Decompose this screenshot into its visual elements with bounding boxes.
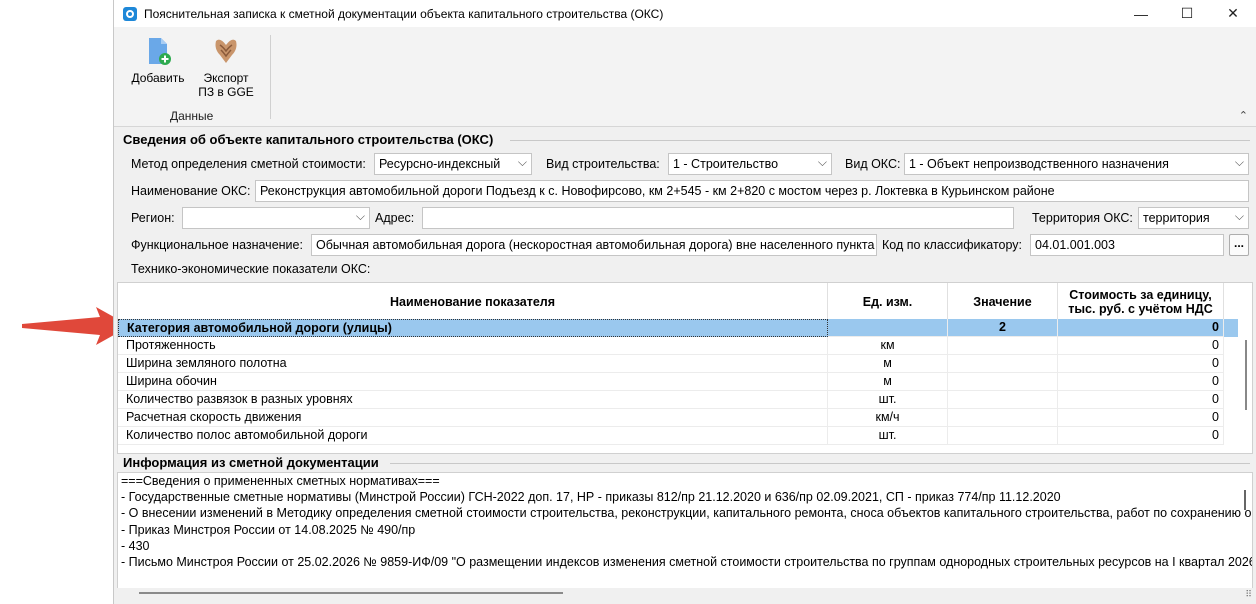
cell-unit[interactable]: шт.: [828, 391, 948, 409]
ribbon-separator: [270, 35, 271, 119]
header-cost-line1: Стоимость за единицу,: [1069, 287, 1212, 302]
cell-name[interactable]: Количество развязок в разных уровнях: [118, 391, 828, 409]
method-select[interactable]: Ресурсно-индексный: [374, 153, 532, 175]
region-select[interactable]: [182, 207, 370, 229]
cell-unit[interactable]: м: [828, 355, 948, 373]
table-row[interactable]: Ширина обочин м 0: [118, 373, 1238, 391]
code-input[interactable]: 04.01.001.003: [1030, 234, 1224, 256]
table-row[interactable]: Расчетная скорость движения км/ч 0: [118, 409, 1238, 427]
minimize-button[interactable]: —: [1118, 0, 1164, 27]
address-input[interactable]: [422, 207, 1014, 229]
app-icon: [123, 6, 137, 21]
grid-header: Наименование показателя Ед. изм. Значени…: [118, 283, 1238, 320]
cell-value[interactable]: [948, 337, 1058, 355]
oks-name-input[interactable]: Реконструкция автомобильной дороги Подъе…: [255, 180, 1249, 202]
purpose-input[interactable]: Обычная автомобильная дорога (нескоростн…: [311, 234, 877, 256]
header-unit[interactable]: Ед. изм.: [828, 283, 948, 320]
cell-name[interactable]: Протяженность: [118, 337, 828, 355]
close-button[interactable]: ✕: [1210, 0, 1256, 27]
purpose-label: Функциональное назначение:: [131, 238, 303, 252]
table-row[interactable]: Ширина земляного полотна м 0: [118, 355, 1238, 373]
grid-vertical-scrollbar[interactable]: [1238, 320, 1252, 453]
cell-value[interactable]: 2: [948, 319, 1058, 337]
header-cost-line2: тыс. руб. с учётом НДС: [1068, 301, 1213, 316]
cell-unit[interactable]: шт.: [828, 427, 948, 445]
collapse-ribbon-icon[interactable]: ⌃: [1239, 109, 1248, 122]
memo-line: - О внесении изменений в Методику опреде…: [121, 506, 1252, 521]
oks-type-label: Вид ОКС:: [845, 157, 901, 171]
classifier-browse-button[interactable]: ...: [1229, 234, 1249, 256]
oks-section-title: Сведения об объекте капитального строите…: [123, 132, 494, 147]
cell-cost[interactable]: 0: [1058, 373, 1224, 391]
memo-line: - 430: [121, 538, 150, 553]
memo-vertical-scrollbar[interactable]: [1244, 490, 1246, 510]
header-name[interactable]: Наименование показателя: [118, 283, 828, 320]
memo-horizontal-scrollbar[interactable]: [117, 588, 1253, 600]
cell-cost[interactable]: 0: [1058, 391, 1224, 409]
cell-cost[interactable]: 0: [1058, 427, 1224, 445]
export-gge-button[interactable]: Экспорт ПЗ в GGE: [198, 35, 254, 99]
build-type-label: Вид строительства:: [546, 157, 660, 171]
cell-cost[interactable]: 0: [1058, 355, 1224, 373]
ribbon: Добавить Экспорт ПЗ в GGE Данные ⌃: [114, 27, 1256, 127]
ribbon-group-label: Данные: [170, 109, 214, 123]
add-document-icon: [142, 35, 174, 67]
cell-value[interactable]: [948, 355, 1058, 373]
cell-value[interactable]: [948, 409, 1058, 427]
oks-type-select[interactable]: 1 - Объект непроизводственного назначени…: [904, 153, 1249, 175]
section-divider: [390, 463, 1250, 464]
territory-label: Территория ОКС:: [1032, 211, 1133, 225]
gge-emblem-icon: [210, 35, 242, 67]
cell-value[interactable]: [948, 391, 1058, 409]
cell-unit[interactable]: км: [828, 337, 948, 355]
header-value[interactable]: Значение: [948, 283, 1058, 320]
memo-line: - Письмо Минстроя России от 25.02.2026 №…: [121, 555, 1253, 570]
section-divider: [510, 140, 1250, 141]
cell-value[interactable]: [948, 427, 1058, 445]
cell-cost[interactable]: 0: [1058, 319, 1224, 337]
window-title: Пояснительная записка к сметной документ…: [144, 6, 664, 21]
main-window: Пояснительная записка к сметной документ…: [113, 0, 1256, 604]
estimate-section-title: Информация из сметной документации: [123, 455, 379, 470]
cell-cost[interactable]: 0: [1058, 337, 1224, 355]
cell-unit[interactable]: [828, 319, 948, 337]
memo-line: ===Сведения о примененных сметных нормат…: [121, 474, 440, 488]
cell-unit[interactable]: м: [828, 373, 948, 391]
method-label: Метод определения сметной стоимости:: [131, 157, 366, 171]
memo-line: - Государственные сметные нормативы (Мин…: [121, 490, 1061, 505]
cell-name[interactable]: Расчетная скорость движения: [118, 409, 828, 427]
table-row[interactable]: Протяженность км 0: [118, 337, 1238, 355]
cell-cost[interactable]: 0: [1058, 409, 1224, 427]
cell-name[interactable]: Ширина обочин: [118, 373, 828, 391]
region-label: Регион:: [131, 211, 175, 225]
code-label: Код по классификатору:: [882, 238, 1023, 252]
table-row[interactable]: Категория автомобильной дороги (улицы) 2…: [118, 319, 1238, 337]
oks-name-label: Наименование ОКС:: [131, 184, 251, 198]
build-type-select[interactable]: 1 - Строительство: [668, 153, 832, 175]
cell-value[interactable]: [948, 373, 1058, 391]
cell-unit[interactable]: км/ч: [828, 409, 948, 427]
tep-grid: Наименование показателя Ед. изм. Значени…: [117, 282, 1253, 454]
address-label: Адрес:: [375, 211, 415, 225]
cell-name[interactable]: Ширина земляного полотна: [118, 355, 828, 373]
add-button[interactable]: Добавить: [129, 35, 187, 85]
title-bar: Пояснительная записка к сметной документ…: [114, 0, 1256, 27]
cell-name[interactable]: Категория автомобильной дороги (улицы): [118, 319, 828, 337]
resize-grip-icon[interactable]: ⠿: [1245, 589, 1252, 600]
add-button-label: Добавить: [131, 71, 185, 85]
export-button-label-2: ПЗ в GGE: [198, 85, 254, 99]
cell-name[interactable]: Количество полос автомобильной дороги: [118, 427, 828, 445]
table-row[interactable]: Количество развязок в разных уровнях шт.…: [118, 391, 1238, 409]
estimate-info-memo[interactable]: ===Сведения о примененных сметных нормат…: [117, 472, 1253, 590]
territory-select[interactable]: территория: [1138, 207, 1249, 229]
table-row[interactable]: Количество полос автомобильной дороги шт…: [118, 427, 1238, 445]
maximize-button[interactable]: ☐: [1164, 0, 1210, 27]
export-button-label-1: Экспорт: [203, 71, 249, 85]
memo-line: - Приказ Минстроя России от 14.08.2025 №…: [121, 522, 416, 537]
header-cost[interactable]: Стоимость за единицу, тыс. руб. с учётом…: [1058, 283, 1224, 320]
tep-label: Технико-экономические показатели ОКС:: [131, 262, 371, 276]
